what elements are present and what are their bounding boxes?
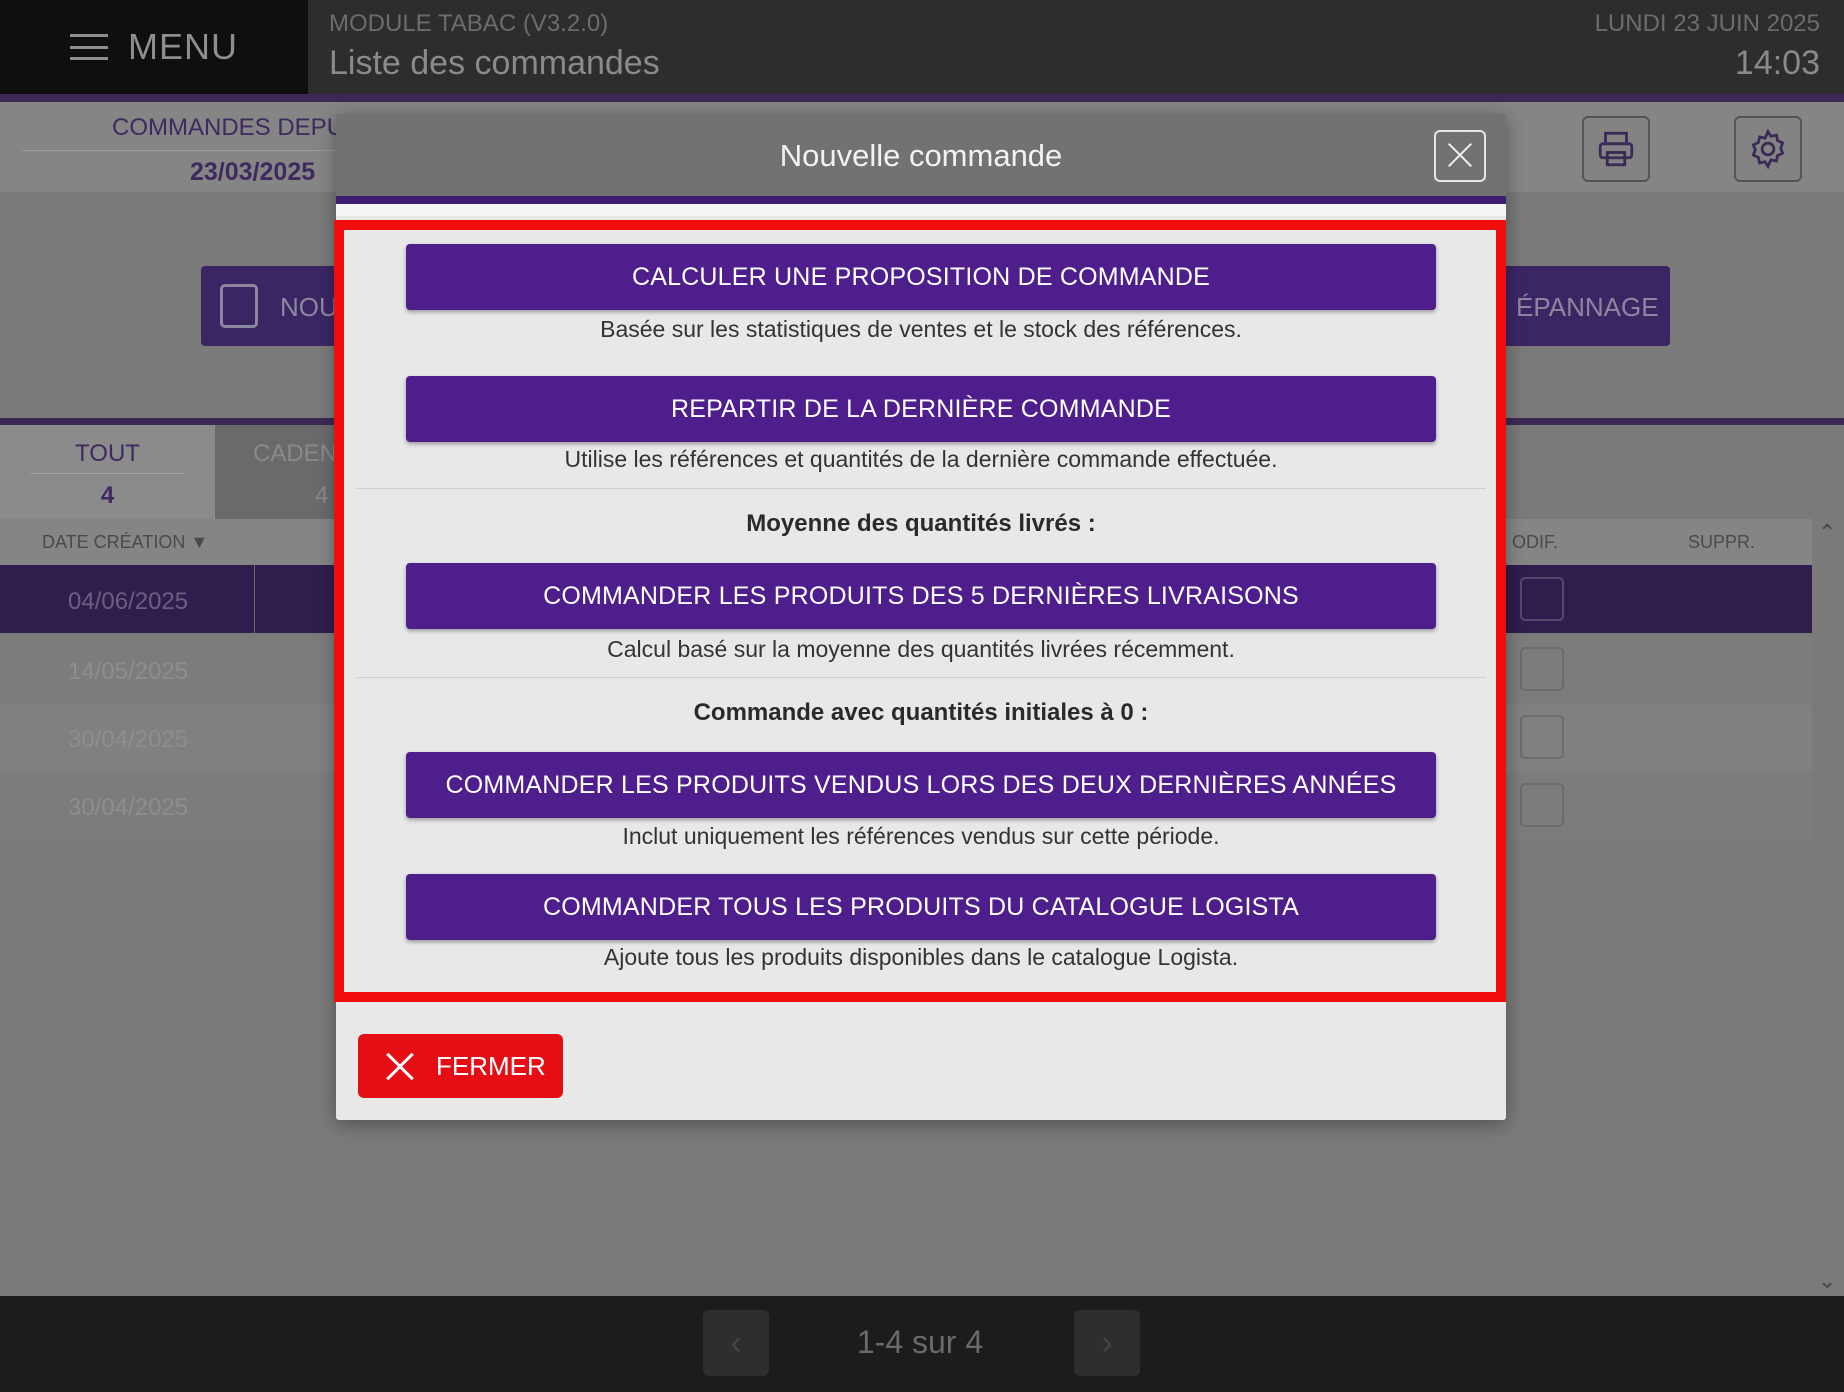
next-page-button[interactable]: › [1074, 1310, 1140, 1376]
row-date: 30/04/2025 [68, 794, 189, 821]
row-date: 04/06/2025 [68, 588, 189, 615]
tab-divider [30, 473, 185, 474]
row-date: 30/04/2025 [68, 726, 189, 753]
edit-icon[interactable] [1520, 783, 1564, 827]
gear-icon [1751, 128, 1785, 170]
filter-title: COMMANDES DEPU [112, 114, 345, 141]
filter-date[interactable]: 23/03/2025 [190, 158, 315, 187]
current-date: LUNDI 23 JUIN 2025 [1594, 10, 1820, 37]
tab-cadence-label: CADEN [253, 440, 338, 467]
header-divider [0, 94, 1844, 102]
dialog-title: Nouvelle commande [779, 138, 1063, 173]
menu-label: MENU [128, 26, 238, 67]
dialog-top-strip [336, 204, 1506, 216]
menu-button[interactable]: MENU [0, 0, 308, 94]
column-header-modif: ODIF. [1512, 532, 1559, 552]
highlight-box [334, 220, 1506, 1002]
previous-page-button[interactable]: ‹ [703, 1310, 769, 1376]
document-icon [220, 284, 258, 328]
module-name: MODULE TABAC (V3.2.0) [329, 10, 609, 37]
tab-tout-count: 4 [100, 482, 115, 509]
printer-icon [1598, 131, 1634, 167]
edit-icon[interactable] [1520, 577, 1564, 621]
page-title: Liste des commandes [329, 44, 660, 82]
cell-divider [254, 565, 255, 633]
close-dialog-label: FERMER [436, 1050, 546, 1081]
new-order-label: NOU [280, 292, 338, 322]
tab-tout-label: TOUT [75, 440, 140, 467]
print-button[interactable] [1582, 116, 1650, 182]
dialog-header-accent [336, 196, 1506, 204]
edit-icon[interactable] [1520, 647, 1564, 691]
close-dialog-button[interactable]: FERMER [358, 1034, 563, 1098]
column-header-suppr: SUPPR. [1688, 532, 1756, 552]
close-icon[interactable] [1434, 130, 1486, 182]
scroll-up-icon[interactable]: ⌃ [1818, 520, 1836, 546]
current-time: 14:03 [1734, 44, 1820, 82]
depannage-label: ÉPANNAGE [1516, 292, 1659, 322]
pager-status: 1-4 sur 4 [856, 1324, 984, 1360]
tab-cadence-count: 4 [315, 482, 329, 509]
settings-button[interactable] [1734, 116, 1802, 182]
filter-divider [22, 150, 342, 151]
column-header-date[interactable]: DATE CRÉATION ▼ [42, 532, 208, 553]
row-date: 14/05/2025 [68, 658, 189, 685]
scroll-down-icon[interactable]: ⌄ [1818, 1268, 1836, 1294]
hamburger-icon [70, 34, 108, 60]
close-icon [384, 1050, 416, 1082]
edit-icon[interactable] [1520, 715, 1564, 759]
